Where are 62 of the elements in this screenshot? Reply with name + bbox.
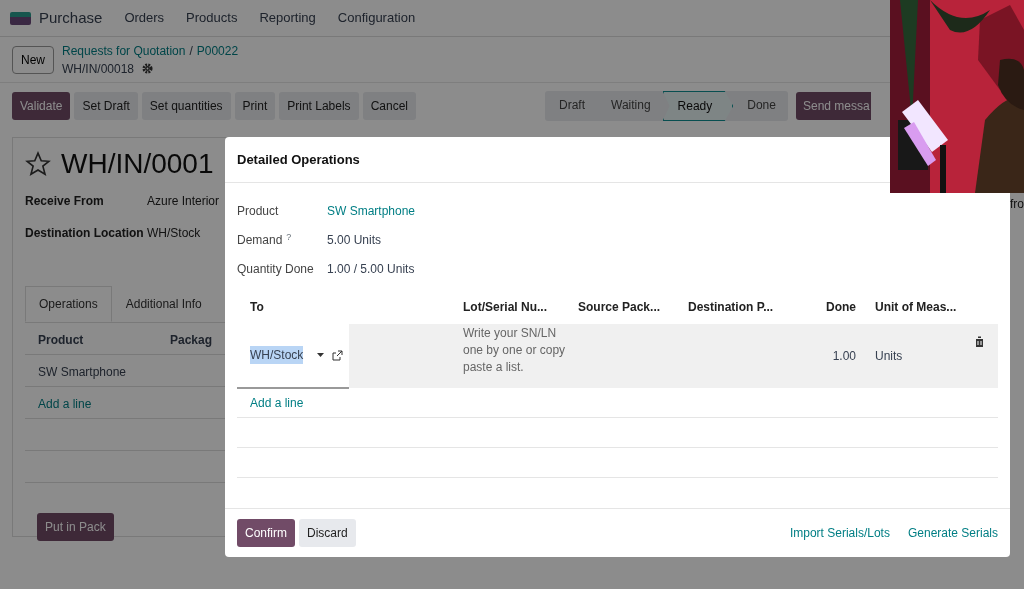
send-message-button[interactable]: Send messa xyxy=(795,92,871,120)
column-header: Unit of Meas... xyxy=(875,299,957,314)
footer-link[interactable]: Generate Serials xyxy=(907,523,998,542)
stage-step[interactable]: Done xyxy=(733,91,788,121)
menu-item[interactable]: Orders xyxy=(124,8,165,28)
menu-item[interactable]: Products xyxy=(186,8,238,28)
table-cell: 1.00 xyxy=(832,348,856,363)
menu-item[interactable]: Reporting xyxy=(259,8,316,28)
field-value: 5.00 Units xyxy=(327,232,382,250)
location-field[interactable]: WH/Stock xyxy=(250,346,304,365)
field-value: WH/Stock xyxy=(147,225,201,242)
star-icon[interactable] xyxy=(25,151,51,177)
record-title: WH/IN/0001 xyxy=(61,150,214,178)
menu-item[interactable]: Configuration xyxy=(337,8,416,28)
action-button[interactable]: Print xyxy=(234,92,276,120)
field-label: Product xyxy=(237,204,279,219)
table-cell: Units xyxy=(875,348,903,363)
column-header: Destination P... xyxy=(688,299,774,314)
action-button[interactable]: Print Labels xyxy=(279,92,359,120)
field-value: Azure Interior xyxy=(147,193,220,210)
action-button[interactable]: Set quantities xyxy=(141,92,231,120)
app-title[interactable]: Purchase xyxy=(39,6,103,30)
action-button[interactable]: Cancel xyxy=(362,92,416,120)
field-value: 1.00 / 5.00 Units xyxy=(327,261,415,279)
action-button[interactable]: Validate xyxy=(12,92,71,120)
add-line-link[interactable]: Add a line xyxy=(38,397,92,411)
product-link[interactable]: SW Smartphone xyxy=(327,202,416,221)
breadcrumb-link[interactable]: Requests for Quotation xyxy=(62,43,186,58)
new-button[interactable]: New xyxy=(12,45,54,74)
table-cell: SW Smartphone xyxy=(38,365,127,379)
stage-step[interactable]: Draft xyxy=(545,91,597,121)
stage-step[interactable]: Waiting xyxy=(597,91,663,121)
add-line-link[interactable]: Add a line xyxy=(250,395,304,410)
delete-icon[interactable] xyxy=(975,335,984,347)
discard-button[interactable]: Discard xyxy=(299,518,356,547)
column-header: Product xyxy=(38,332,84,346)
partial-text: fro xyxy=(1010,196,1024,213)
breadcrumb-separator: / xyxy=(189,43,193,58)
column-header: Lot/Serial Nu... xyxy=(463,299,547,314)
column-header: Packag xyxy=(169,332,212,346)
external-link-icon[interactable] xyxy=(332,349,343,361)
settings-icon[interactable] xyxy=(142,63,154,74)
stage-step[interactable]: Ready xyxy=(662,91,734,121)
put-in-pack-button[interactable]: Put in Pack xyxy=(37,513,114,541)
help-icon[interactable]: ? xyxy=(286,231,292,242)
confirm-button[interactable]: Confirm xyxy=(237,518,295,547)
field-label: Demand xyxy=(237,233,283,248)
field-label: Quantity Done xyxy=(237,262,314,277)
caret-icon[interactable] xyxy=(317,353,324,358)
serial-field[interactable]: Write your SN/LN one by one or copy paste a list. xyxy=(450,323,565,388)
footer-link[interactable]: Import Serials/Lots xyxy=(789,523,890,542)
field-label: Destination Location xyxy=(25,225,145,242)
app-logo-icon[interactable] xyxy=(10,11,31,25)
breadcrumb-link[interactable]: P00022 xyxy=(196,43,239,58)
column-header: Done xyxy=(826,299,856,314)
column-header: Source Pack... xyxy=(578,299,661,314)
record-name: WH/IN/00018 xyxy=(62,60,135,78)
tab[interactable]: Additional Info xyxy=(111,286,216,322)
column-header: To xyxy=(250,299,264,314)
action-button[interactable]: Set Draft xyxy=(74,92,138,120)
tab[interactable]: Operations xyxy=(25,286,112,322)
field-label: Receive From xyxy=(25,193,105,210)
